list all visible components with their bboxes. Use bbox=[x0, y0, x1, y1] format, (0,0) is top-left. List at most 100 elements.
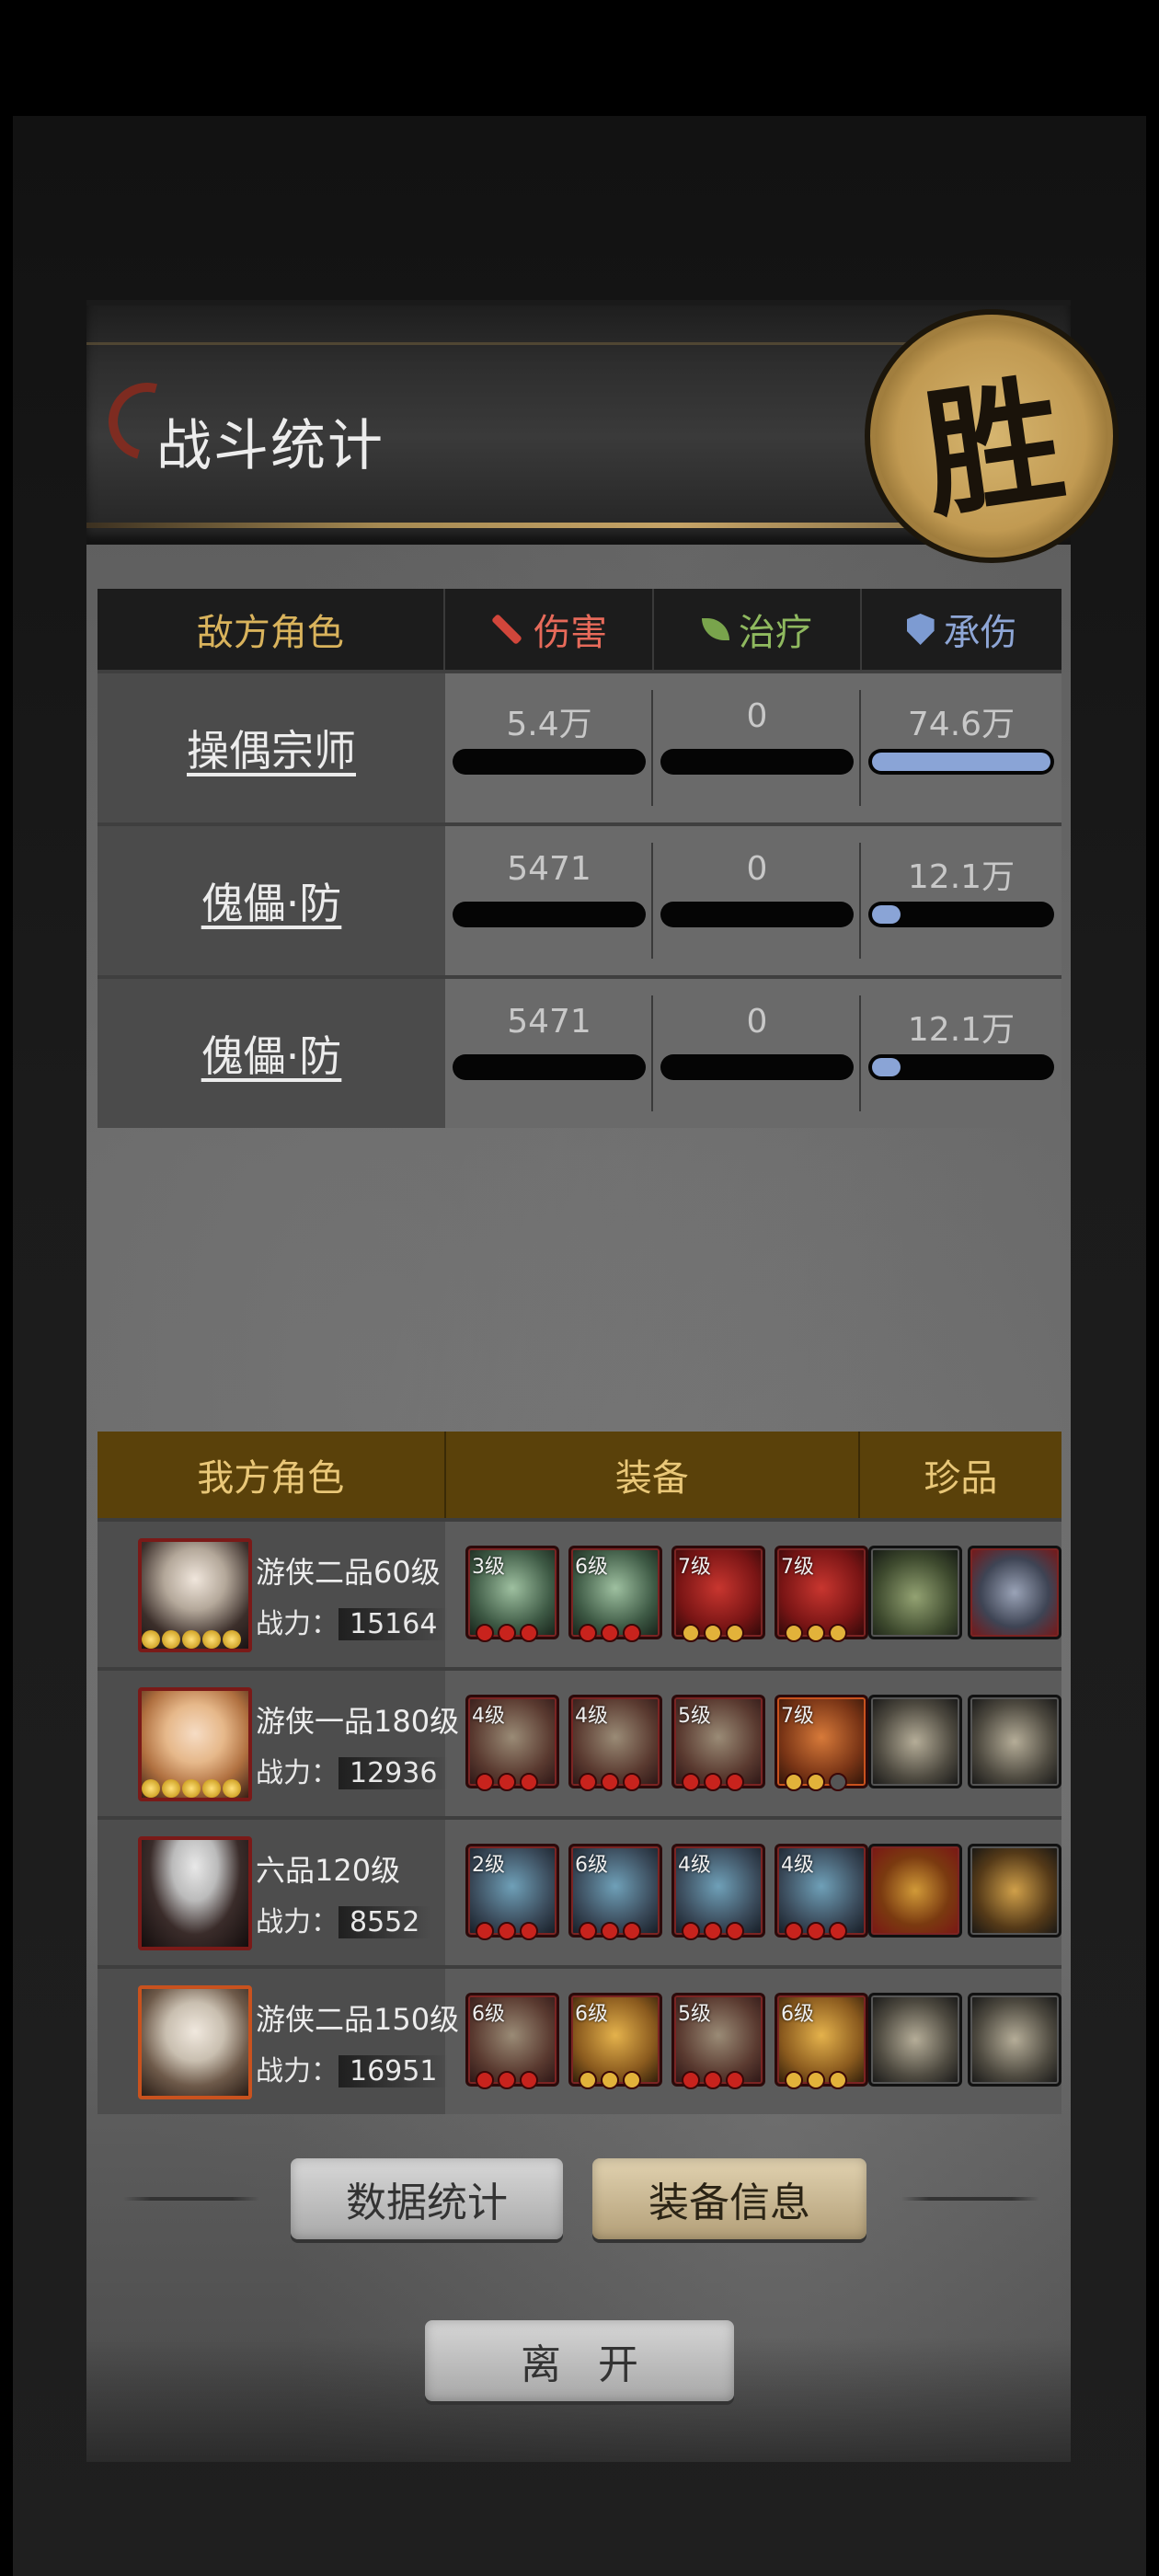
item-level: 2级 bbox=[472, 1854, 505, 1877]
ally-info-cell: 游侠二品150级 战力： 16951 bbox=[98, 1969, 459, 2114]
heal-value: 0 bbox=[746, 1003, 768, 1041]
damage-bar bbox=[453, 1054, 646, 1080]
star-rating bbox=[142, 1630, 241, 1649]
ally-row: 六品120级 战力： 8552 2级 6级 4级 4级 bbox=[98, 1816, 1061, 1965]
taken-bar-fill bbox=[872, 1058, 901, 1076]
red-flower-icon[interactable]: 7级 bbox=[775, 1546, 868, 1642]
ally-info-cell: 六品120级 战力： 8552 bbox=[98, 1820, 445, 1965]
taken-bar bbox=[868, 902, 1054, 927]
ally-power: 战力： 8552 bbox=[256, 1899, 431, 1939]
damage-bar bbox=[453, 902, 646, 927]
star-icon bbox=[223, 1630, 241, 1649]
header-treasure: 珍品 bbox=[924, 1457, 998, 1500]
hammer-icon[interactable] bbox=[968, 1844, 1061, 1938]
enemy-name-link[interactable]: 操偶宗师 bbox=[187, 718, 356, 778]
damage-bar bbox=[453, 749, 646, 775]
divider bbox=[123, 2197, 259, 2201]
ally-title: 六品120级 bbox=[256, 1853, 401, 1888]
taken-bar bbox=[868, 749, 1054, 775]
header-taken-label: 承伤 bbox=[943, 612, 1017, 654]
item-level: 5级 bbox=[678, 2003, 711, 2026]
damage-cell: 5471 bbox=[445, 979, 653, 1128]
enemy-row: 操偶宗师 5.4万 0 74.6万 bbox=[98, 670, 1061, 822]
star-icon bbox=[202, 1779, 221, 1798]
avatar[interactable] bbox=[138, 1985, 252, 2099]
divider bbox=[901, 2197, 1039, 2201]
damage-value: 5.4万 bbox=[506, 706, 592, 743]
enemy-name-link[interactable]: 傀儡·防 bbox=[201, 870, 342, 931]
enemy-name-cell[interactable]: 傀儡·防 bbox=[98, 979, 445, 1128]
power-label: 战力： bbox=[256, 1608, 339, 1640]
bracer-icon[interactable]: 6级 bbox=[775, 1993, 868, 2089]
header-damage: 伤害 bbox=[445, 589, 654, 670]
comb-icon[interactable] bbox=[968, 1695, 1061, 1788]
star-rating bbox=[142, 1779, 241, 1798]
item-level: 4级 bbox=[678, 1854, 711, 1877]
page-title: 战斗统计 bbox=[156, 414, 384, 478]
star-icon bbox=[223, 1779, 241, 1798]
enemy-stats-table: 敌方角色 伤害 治疗 承伤 操偶宗师 5.4万 0 74.6万 傀儡·防 547… bbox=[98, 589, 1061, 1128]
bell-icon[interactable]: 5级 bbox=[671, 1993, 765, 2089]
stone-toad-icon[interactable] bbox=[968, 1546, 1061, 1639]
shield-icon bbox=[906, 614, 935, 645]
enemy-name-cell[interactable]: 傀儡·防 bbox=[98, 826, 445, 975]
taken-cell: 12.1万 bbox=[861, 979, 1061, 1128]
enemy-name-cell[interactable]: 操偶宗师 bbox=[98, 673, 445, 822]
beetle-icon[interactable] bbox=[868, 1844, 962, 1938]
taken-cell: 12.1万 bbox=[861, 826, 1061, 975]
jade-pendant-icon[interactable]: 7级 bbox=[775, 1695, 868, 1791]
owl-mask-icon[interactable]: 4级 bbox=[775, 1844, 868, 1940]
heal-bar bbox=[660, 1054, 854, 1080]
taken-bar-fill bbox=[872, 905, 901, 924]
prayer-beads-icon[interactable]: 5级 bbox=[671, 1695, 765, 1791]
heal-value: 0 bbox=[746, 697, 768, 735]
taken-cell: 74.6万 bbox=[861, 673, 1061, 822]
comb-icon[interactable] bbox=[868, 1993, 962, 2087]
heal-cell: 0 bbox=[653, 979, 861, 1128]
equipment-info-button[interactable]: 装备信息 bbox=[592, 2158, 866, 2239]
pouch-icon[interactable]: 6级 bbox=[568, 1993, 662, 2089]
owl-mask-icon[interactable]: 4级 bbox=[671, 1844, 765, 1940]
star-icon bbox=[202, 1630, 221, 1649]
item-level: 5级 bbox=[678, 1705, 711, 1728]
star-icon bbox=[182, 1630, 201, 1649]
header-damage-label: 伤害 bbox=[534, 612, 608, 654]
ally-title: 游侠二品60级 bbox=[256, 1555, 441, 1590]
taken-bar bbox=[868, 1054, 1054, 1080]
enemy-name-link[interactable]: 傀儡·防 bbox=[201, 1023, 342, 1084]
item-level: 6级 bbox=[575, 2003, 608, 2026]
data-stats-button[interactable]: 数据统计 bbox=[291, 2158, 563, 2239]
crossbow-icon[interactable]: 6级 bbox=[465, 1993, 559, 2089]
red-flower-icon[interactable]: 7级 bbox=[671, 1546, 765, 1642]
power-label: 战力： bbox=[256, 1906, 339, 1938]
comb-icon[interactable] bbox=[968, 1993, 1061, 2087]
comb-icon[interactable] bbox=[868, 1695, 962, 1788]
crossbow-icon[interactable]: 4级 bbox=[465, 1695, 559, 1791]
item-level: 7级 bbox=[678, 1556, 711, 1579]
star-icon bbox=[162, 1630, 180, 1649]
helmet-icon[interactable]: 4级 bbox=[568, 1695, 662, 1791]
header-equipment: 装备 bbox=[446, 1432, 860, 1518]
heal-cell: 0 bbox=[653, 826, 861, 975]
item-level: 4级 bbox=[781, 1854, 814, 1877]
heal-bar bbox=[660, 749, 854, 775]
robe-icon[interactable]: 6级 bbox=[568, 1844, 662, 1940]
heal-value: 0 bbox=[746, 850, 768, 888]
gourd-icon[interactable]: 3级 bbox=[465, 1546, 559, 1642]
ally-row: 游侠二品150级 战力： 16951 6级 6级 5级 6级 bbox=[98, 1965, 1061, 2114]
jade-bowl-icon[interactable] bbox=[868, 1546, 962, 1639]
ally-row: 游侠二品60级 战力： 15164 3级 6级 7级 7级 bbox=[98, 1518, 1061, 1667]
heal-bar bbox=[660, 902, 854, 927]
ally-title: 游侠一品180级 bbox=[256, 1704, 460, 1739]
ally-table-header: 我方角色 装备 珍品 bbox=[98, 1432, 1061, 1518]
leave-button[interactable]: 离开 bbox=[425, 2320, 734, 2401]
sword-icon[interactable]: 2级 bbox=[465, 1844, 559, 1940]
header-heal: 治疗 bbox=[654, 589, 863, 670]
armor-icon[interactable]: 6级 bbox=[568, 1546, 662, 1642]
power-value: 12936 bbox=[339, 1757, 449, 1789]
enemy-table-header: 敌方角色 伤害 治疗 承伤 bbox=[98, 589, 1061, 670]
item-level: 7级 bbox=[781, 1705, 814, 1728]
victory-seal: 胜 bbox=[865, 309, 1119, 563]
star-icon bbox=[142, 1630, 160, 1649]
avatar[interactable] bbox=[138, 1836, 252, 1950]
